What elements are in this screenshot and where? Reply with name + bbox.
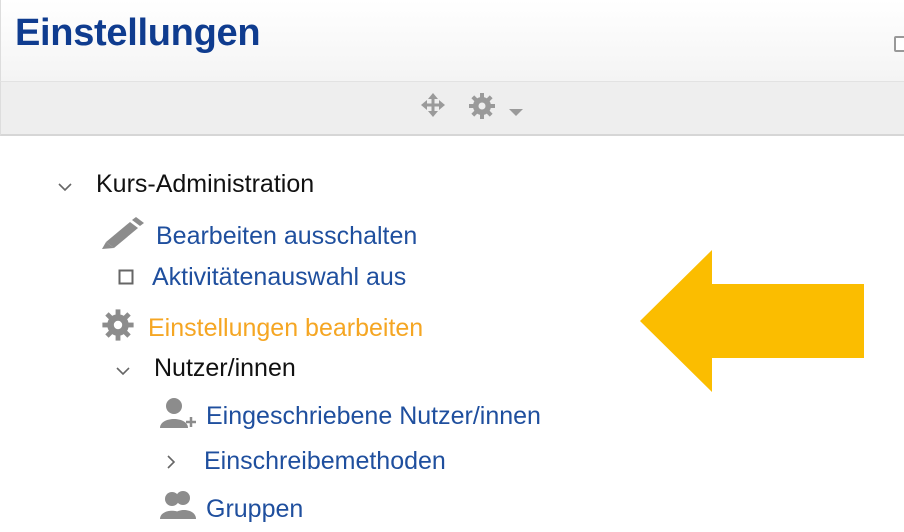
chevron-down-icon [116,354,130,383]
dock-block-icon[interactable] [894,36,904,52]
group-icon [158,489,198,530]
course-admin-label: Kurs-Administration [96,170,315,198]
enrol-user-icon [158,396,198,437]
groups-link[interactable]: Gruppen [206,495,303,524]
users-label: Nutzer/innen [154,354,296,382]
chevron-down-icon [58,170,72,199]
square-icon [118,263,134,292]
block-header: Einstellungen [0,0,904,82]
tree-item-edit-settings[interactable]: Einstellungen bearbeiten [100,307,423,350]
tree-item-enrolled-users[interactable]: Eingeschriebene Nutzer/innen [158,396,541,437]
highlight-arrow [640,250,864,392]
activity-chooser-link[interactable]: Aktivitätenauswahl aus [152,263,406,292]
gear-icon[interactable] [467,91,497,126]
gear-icon [100,307,136,350]
tree-item-groups[interactable]: Gruppen [158,489,303,530]
block-title: Einstellungen [15,12,261,54]
tree-item-enrolment-methods[interactable]: Einschreibemethoden [166,447,446,476]
tree-item-activity-chooser[interactable]: Aktivitätenauswahl aus [118,263,406,292]
tree-item-course-admin[interactable]: Kurs-Administration [58,170,314,199]
tree-item-edit-off[interactable]: Bearbeiten ausschalten [100,216,417,257]
caret-down-icon[interactable] [509,104,523,122]
enrolled-users-link[interactable]: Eingeschriebene Nutzer/innen [206,402,541,431]
block-controls-bar [0,82,904,136]
move-icon[interactable] [419,91,447,124]
edit-off-link[interactable]: Bearbeiten ausschalten [156,222,417,251]
tree-item-users[interactable]: Nutzer/innen [116,354,296,383]
chevron-right-icon [166,447,176,476]
pencil-icon [100,216,144,257]
enrolment-methods-link[interactable]: Einschreibemethoden [204,447,446,476]
edit-settings-link[interactable]: Einstellungen bearbeiten [148,314,423,343]
